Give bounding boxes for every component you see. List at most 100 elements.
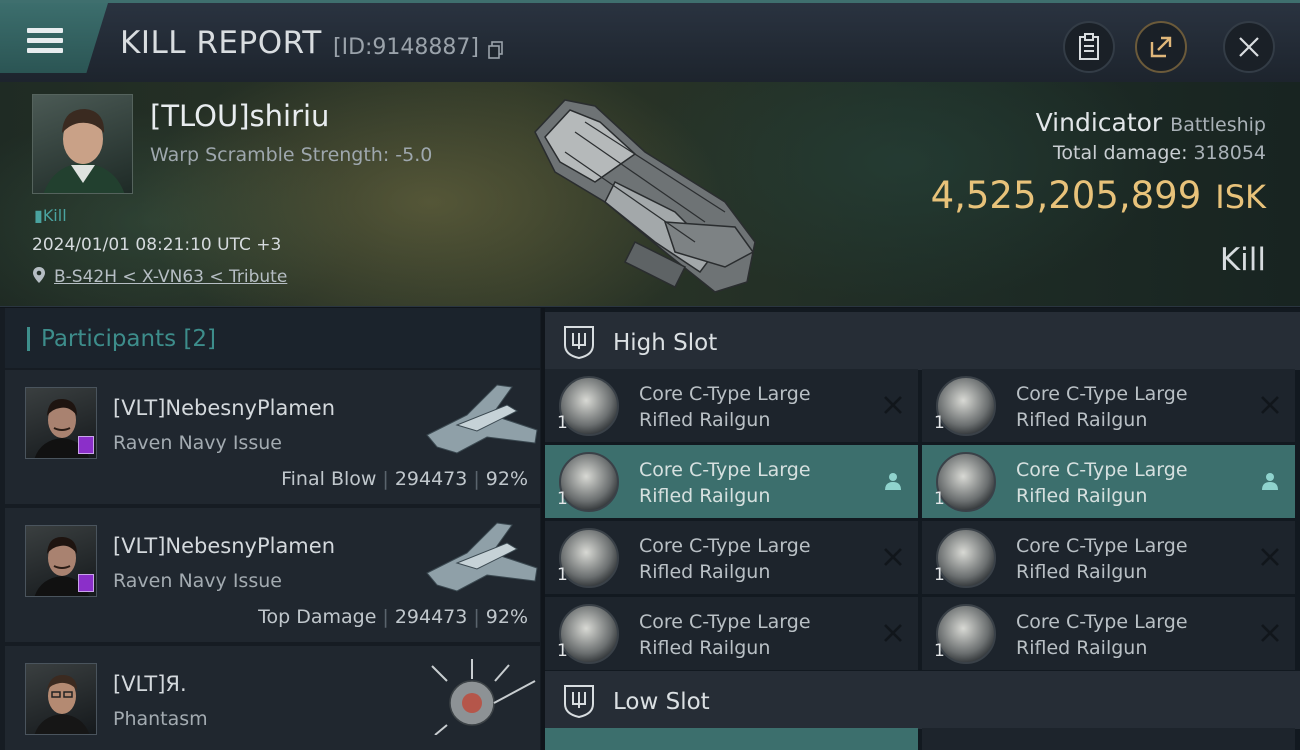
share-icon [1150, 36, 1172, 58]
participants-header: Participants [2] [5, 308, 540, 368]
kill-datetime: 2024/01/01 08:21:10 UTC +3 [32, 235, 282, 255]
participant-row[interactable]: [VLT]NebesnyPlamen Raven Navy Issue Top … [5, 508, 540, 642]
close-icon [1239, 37, 1259, 57]
module-name-line-1: Core C-Type Large [639, 459, 811, 481]
participant-percent: 92% [485, 468, 528, 490]
dropped-person-icon [885, 473, 901, 490]
corp-badge-icon [78, 436, 94, 454]
pilot-portrait-image [43, 109, 125, 193]
isk-value: 4,525,205,899 ISK [931, 174, 1266, 217]
module-name-line-2: Rifled Railgun [639, 637, 771, 659]
kill-label: Kill [1219, 242, 1266, 278]
module-name-line-1: Core C-Type Large [1016, 611, 1188, 633]
copy-icon[interactable] [488, 41, 504, 59]
module-slot[interactable]: 1 Core C-Type Large Rifled Railgun [545, 369, 918, 442]
kill-tag-label: Kill [42, 206, 67, 225]
destroyed-icon [1261, 396, 1279, 414]
module-name-line-1: Core C-Type Large [639, 611, 811, 633]
total-damage: Total damage: 318054 [1053, 142, 1266, 164]
module-slot[interactable] [545, 728, 918, 750]
victim-ship-image[interactable] [525, 92, 765, 297]
module-slot[interactable]: 1 Core C-Type Large Rifled Railgun [922, 521, 1295, 594]
participant-name[interactable]: [VLT]NebesnyPlamen [113, 396, 335, 420]
module-name-line-2: Rifled Railgun [639, 409, 771, 431]
clipboard-icon [1079, 33, 1099, 60]
participants-title-label: Participants [41, 326, 177, 352]
module-name: Core C-Type Large Rifled Railgun [639, 533, 879, 585]
destroyed-icon [884, 624, 902, 642]
low-slot-icon [564, 685, 594, 718]
participant-ship: Phantasm [113, 708, 208, 730]
module-name: Core C-Type Large Rifled Railgun [639, 609, 879, 661]
participant-ship-image [426, 522, 538, 592]
high-slot-header: High Slot [545, 312, 1300, 370]
participants-title: Participants [2] [41, 326, 216, 352]
destroyed-icon [884, 396, 902, 414]
location-link[interactable]: B-S42H < X-VN63 < Tribute [54, 267, 287, 287]
participant-role: Final Blow [281, 468, 377, 490]
module-quantity: 1 [557, 489, 568, 509]
participants-panel: Participants [2] [VLT]NebesnyPlamen Rave… [0, 308, 541, 750]
participant-row[interactable]: [VLT]Я. Phantasm [5, 646, 540, 750]
module-slot[interactable]: 1 Core C-Type Large Rifled Railgun [545, 521, 918, 594]
module-slot[interactable]: 1 Core C-Type Large Rifled Railgun [922, 445, 1295, 518]
participant-stats: Final Blow | 294473 | 92% [281, 468, 528, 490]
isk-currency: ISK [1215, 178, 1266, 216]
module-name-line-2: Rifled Railgun [1016, 485, 1148, 507]
module-quantity: 1 [557, 413, 568, 433]
share-button[interactable] [1135, 21, 1187, 73]
corp-badge-icon [78, 574, 94, 592]
ship-name-label: Vindicator [1035, 108, 1163, 137]
participant-ship: Raven Navy Issue [113, 432, 282, 454]
module-slot[interactable] [922, 728, 1295, 750]
participant-role: Top Damage [258, 606, 377, 628]
module-name: Core C-Type Large Rifled Railgun [1016, 609, 1256, 661]
participant-ship-image [431, 659, 536, 735]
ship-class-label: Battleship [1170, 114, 1266, 136]
victim-portrait[interactable] [32, 94, 133, 194]
participant-name[interactable]: [VLT]NebesnyPlamen [113, 534, 335, 558]
module-quantity: 1 [934, 565, 945, 585]
participant-row[interactable]: [VLT]NebesnyPlamen Raven Navy Issue Fina… [5, 370, 540, 504]
module-name: Core C-Type Large Rifled Railgun [1016, 457, 1256, 509]
participant-name[interactable]: [VLT]Я. [113, 672, 187, 696]
victim-name[interactable]: [TLOU]shiriu [150, 99, 329, 133]
clipboard-button[interactable] [1063, 21, 1115, 73]
module-name: Core C-Type Large Rifled Railgun [1016, 533, 1256, 585]
menu-button[interactable] [0, 3, 108, 73]
railgun-module-icon [936, 528, 996, 588]
module-slot[interactable]: 1 Core C-Type Large Rifled Railgun [922, 369, 1295, 442]
close-button[interactable] [1223, 21, 1275, 73]
module-quantity: 1 [934, 489, 945, 509]
module-name-line-1: Core C-Type Large [1016, 459, 1188, 481]
module-quantity: 1 [934, 413, 945, 433]
module-name: Core C-Type Large Rifled Railgun [1016, 381, 1256, 433]
module-slot[interactable]: 1 Core C-Type Large Rifled Railgun [545, 445, 918, 518]
participant-percent: 92% [485, 606, 528, 628]
warp-scramble-strength: Warp Scramble Strength: -5.0 [150, 144, 433, 166]
railgun-module-icon [936, 604, 996, 664]
victim-summary: [TLOU]shiriu Warp Scramble Strength: -5.… [0, 82, 1300, 307]
fitting-panel: High Slot 1 Core C-Type Large Rifled Rail… [545, 308, 1300, 750]
participant-damage: 294473 [394, 468, 468, 490]
participant-ship: Raven Navy Issue [113, 570, 282, 592]
kill-tag: ▮Kill [34, 206, 67, 225]
module-quantity: 1 [557, 565, 568, 585]
participant-ship-image [426, 384, 538, 454]
participant-stats: Top Damage | 294473 | 92% [258, 606, 528, 628]
high-slot-icon [564, 326, 594, 359]
module-slot[interactable]: 1 Core C-Type Large Rifled Railgun [545, 597, 918, 670]
participant-avatar [25, 663, 97, 735]
destroyed-icon [1261, 624, 1279, 642]
destroyed-icon [1261, 548, 1279, 566]
dropped-person-icon [1262, 473, 1278, 490]
module-name-line-1: Core C-Type Large [639, 535, 811, 557]
module-slot[interactable]: 1 Core C-Type Large Rifled Railgun [922, 597, 1295, 670]
railgun-module-icon [559, 452, 619, 512]
total-damage-value: 318054 [1193, 142, 1266, 164]
total-damage-label: Total damage: [1053, 142, 1188, 164]
module-name-line-1: Core C-Type Large [639, 383, 811, 405]
low-slot-title: Low Slot [613, 689, 710, 715]
low-slot-header: Low Slot [545, 671, 1300, 729]
victim-ship-name[interactable]: Vindicator Battleship [1036, 108, 1266, 137]
